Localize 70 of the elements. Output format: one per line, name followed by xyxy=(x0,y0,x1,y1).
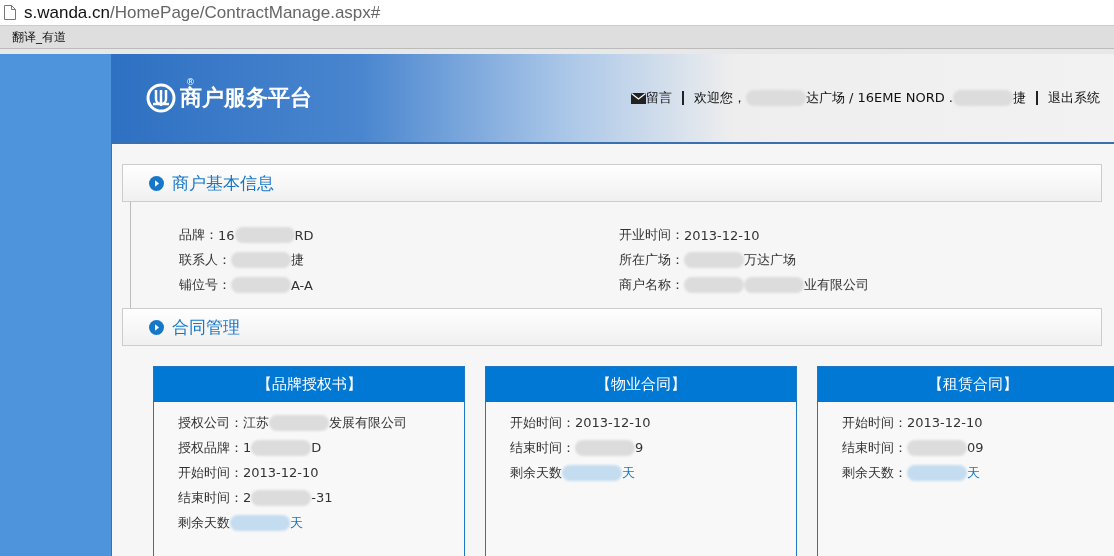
field-label: 剩余天数 xyxy=(178,513,230,532)
field-value: A-A xyxy=(291,277,313,293)
field-label: 品牌： xyxy=(179,226,218,244)
field-label: 联系人： xyxy=(179,251,231,269)
redaction-blur xyxy=(230,514,290,531)
field-value: RD xyxy=(294,227,314,243)
days-link[interactable]: 天 xyxy=(290,513,303,532)
card-title: 【租赁合同】 xyxy=(818,367,1114,402)
field-value: 2 xyxy=(243,490,252,505)
section-title: 商户基本信息 xyxy=(172,171,274,195)
redaction-blur xyxy=(251,439,312,456)
mail-icon[interactable] xyxy=(630,92,646,104)
days-link[interactable]: 天 xyxy=(967,463,980,482)
redaction-blur xyxy=(684,277,744,293)
field-value: 1 xyxy=(243,440,252,455)
redaction-blur xyxy=(234,227,295,243)
logo-text: 商户服务平台 xyxy=(180,84,312,112)
play-circle-icon xyxy=(149,319,164,335)
field-value: 万达广场 xyxy=(744,251,796,269)
field-value: 2013-12-10 xyxy=(575,415,651,430)
field-label: 结束时间： xyxy=(178,488,243,507)
field-value: 9 xyxy=(635,440,644,455)
redaction-blur xyxy=(907,464,967,481)
redaction-blur xyxy=(251,489,312,506)
field-value: 2013-12-10 xyxy=(243,465,319,480)
field-label: 授权公司： xyxy=(178,413,243,432)
field-value: 江苏 xyxy=(243,413,269,432)
field-label: 铺位号： xyxy=(179,276,231,294)
field-value: 2013-12-10 xyxy=(907,415,983,430)
welcome-text: 欢迎您， xyxy=(693,89,746,107)
field-label: 开始时间： xyxy=(510,413,575,432)
days-link[interactable]: 天 xyxy=(622,463,635,482)
field-value: D xyxy=(311,440,322,455)
redaction-blur xyxy=(562,464,622,481)
field-value: 2013-12-10 xyxy=(684,227,760,243)
logo-icon xyxy=(146,83,176,113)
redaction-blur xyxy=(231,252,291,268)
redaction-blur xyxy=(684,252,744,268)
redaction-blur xyxy=(269,414,329,431)
field-label: 剩余天数 xyxy=(510,463,562,482)
page-icon xyxy=(4,5,16,20)
card-title: 【品牌授权书】 xyxy=(154,367,464,402)
field-label: 开始时间： xyxy=(842,413,907,432)
field-label: 所在广场： xyxy=(619,251,684,269)
registered-mark: ® xyxy=(186,77,195,87)
field-label: 剩余天数： xyxy=(842,463,907,482)
field-value: 业有限公司 xyxy=(804,276,869,294)
bookmark-link[interactable]: 翻译_有道 xyxy=(12,28,66,46)
field-value: 16 xyxy=(218,227,235,243)
card-title: 【物业合同】 xyxy=(486,367,796,402)
field-label: 授权品牌： xyxy=(178,438,243,457)
section-title: 合同管理 xyxy=(172,315,240,339)
play-circle-icon xyxy=(149,175,164,191)
field-value: 09 xyxy=(967,440,984,455)
message-link[interactable]: 留言 xyxy=(645,89,672,107)
welcome-text: 捷 xyxy=(1013,89,1026,107)
field-label: 开始时间： xyxy=(178,463,243,482)
field-label: 结束时间： xyxy=(842,438,907,457)
field-label: 开业时间： xyxy=(619,226,684,244)
field-value: 发展有限公司 xyxy=(329,413,407,432)
redaction-blur xyxy=(231,277,291,293)
field-value: -31 xyxy=(311,490,333,505)
redaction-blur xyxy=(575,439,635,456)
field-label: 商户名称： xyxy=(619,276,684,294)
redaction-blur xyxy=(907,439,967,456)
field-value: 捷 xyxy=(291,251,304,269)
redaction-blur xyxy=(744,277,804,293)
welcome-text: 达广场 / 16EME NORD . xyxy=(805,89,953,107)
field-label: 结束时间： xyxy=(510,438,575,457)
logout-link[interactable]: 退出系统 xyxy=(1048,89,1100,107)
